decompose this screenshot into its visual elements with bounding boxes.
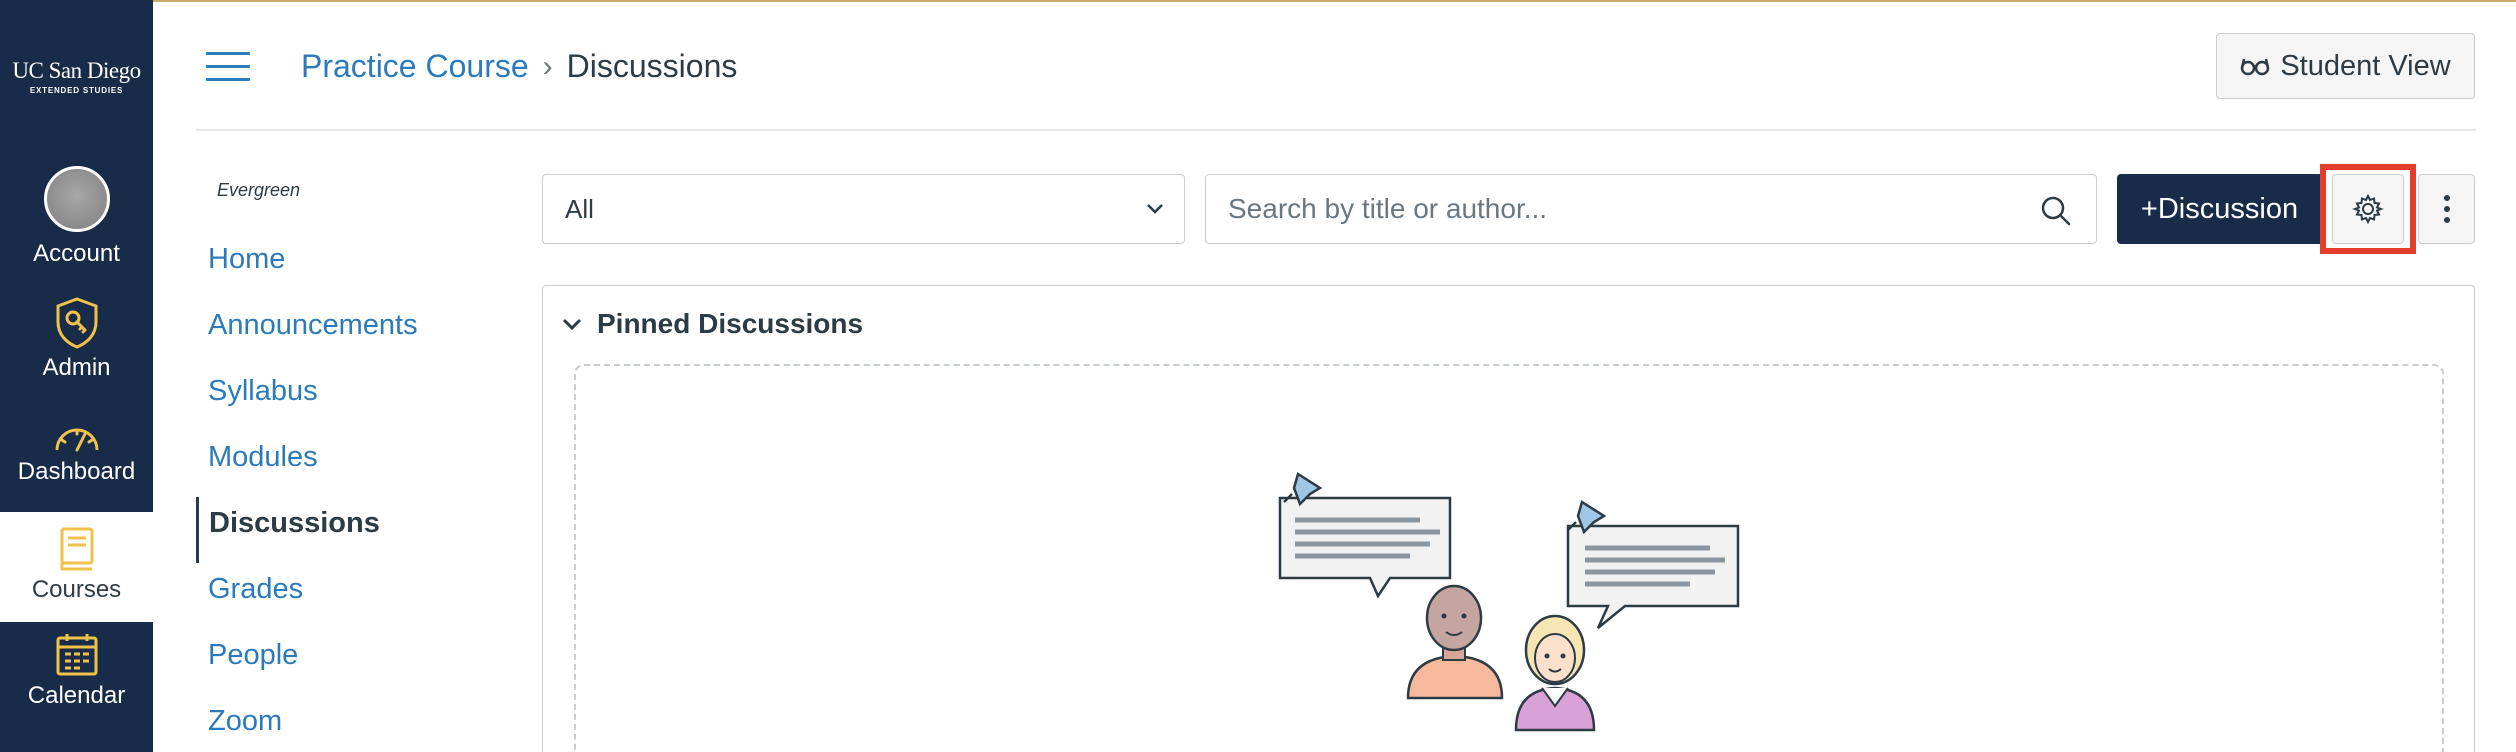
brand-logo[interactable]: UC San Diego EXTENDED STUDIES xyxy=(0,58,153,95)
course-nav-syllabus[interactable]: Syllabus xyxy=(196,365,496,431)
course-nav-home[interactable]: Home xyxy=(196,233,496,299)
breadcrumb-separator: › xyxy=(542,49,553,83)
global-nav-label: Account xyxy=(33,240,120,267)
pinned-discussions-title: Pinned Discussions xyxy=(597,308,864,339)
breadcrumb: Practice Course › Discussions xyxy=(301,48,737,85)
gear-icon xyxy=(2352,193,2384,225)
global-nav: UC San Diego EXTENDED STUDIES Account Ad… xyxy=(0,0,153,752)
speech-bubble-right xyxy=(1566,500,1740,629)
global-nav-calendar[interactable]: Calendar xyxy=(0,632,153,710)
course-nav-modules[interactable]: Modules xyxy=(196,431,496,497)
global-nav-label: Courses xyxy=(31,576,122,603)
avatar xyxy=(43,166,110,232)
course-nav-grades[interactable]: Grades xyxy=(196,563,496,629)
course-nav-discussions[interactable]: Discussions xyxy=(196,497,496,563)
book-icon xyxy=(60,527,93,571)
global-nav-label: Calendar xyxy=(27,682,126,709)
course-nav-announcements[interactable]: Announcements xyxy=(196,299,496,365)
brand-subtitle: EXTENDED STUDIES xyxy=(29,86,124,95)
chevron-down-icon xyxy=(1147,204,1163,214)
discussion-filter-select[interactable]: All xyxy=(542,174,1185,244)
pinned-discussions-toggle[interactable]: Pinned Discussions xyxy=(561,308,863,340)
shield-key-icon xyxy=(56,297,97,349)
pinned-discussions-illustration xyxy=(1278,472,1740,732)
global-nav-label: Dashboard xyxy=(17,458,136,485)
global-nav-label: Admin xyxy=(42,354,111,381)
student-view-label: Student View xyxy=(2280,49,2451,82)
person-right xyxy=(1514,614,1596,732)
settings-button[interactable] xyxy=(2332,174,2404,244)
more-options-button[interactable] xyxy=(2418,174,2475,244)
course-nav: Home Announcements Syllabus Modules Disc… xyxy=(196,233,496,752)
course-term: Evergreen xyxy=(217,180,301,200)
header-divider xyxy=(196,129,2476,131)
global-nav-admin[interactable]: Admin xyxy=(0,296,153,382)
calendar-icon xyxy=(56,634,97,676)
global-nav-account[interactable]: Account xyxy=(0,166,153,268)
add-discussion-button[interactable]: +Discussion xyxy=(2117,174,2322,244)
filter-selected-value: All xyxy=(565,193,594,224)
course-nav-zoom[interactable]: Zoom xyxy=(196,695,496,752)
speedometer-icon xyxy=(55,428,98,452)
person-left xyxy=(1406,584,1504,700)
global-nav-courses[interactable]: Courses xyxy=(0,512,153,622)
search-field xyxy=(1205,174,2097,244)
search-icon[interactable] xyxy=(2040,195,2072,227)
breadcrumb-course-link[interactable]: Practice Course xyxy=(301,48,529,85)
global-nav-dashboard[interactable]: Dashboard xyxy=(0,420,153,486)
breadcrumb-current: Discussions xyxy=(566,48,738,84)
student-view-button[interactable]: Student View xyxy=(2216,33,2475,99)
speech-bubble-left xyxy=(1278,472,1452,599)
top-accent-bar xyxy=(0,0,2516,2)
course-nav-people[interactable]: People xyxy=(196,629,496,695)
brand-name: UC San Diego xyxy=(12,58,141,83)
search-input[interactable] xyxy=(1228,193,2028,225)
kebab-menu-icon xyxy=(2443,195,2450,223)
course-menu-toggle[interactable] xyxy=(206,52,250,82)
glasses-icon xyxy=(2241,58,2270,76)
chevron-down-icon xyxy=(562,318,582,331)
